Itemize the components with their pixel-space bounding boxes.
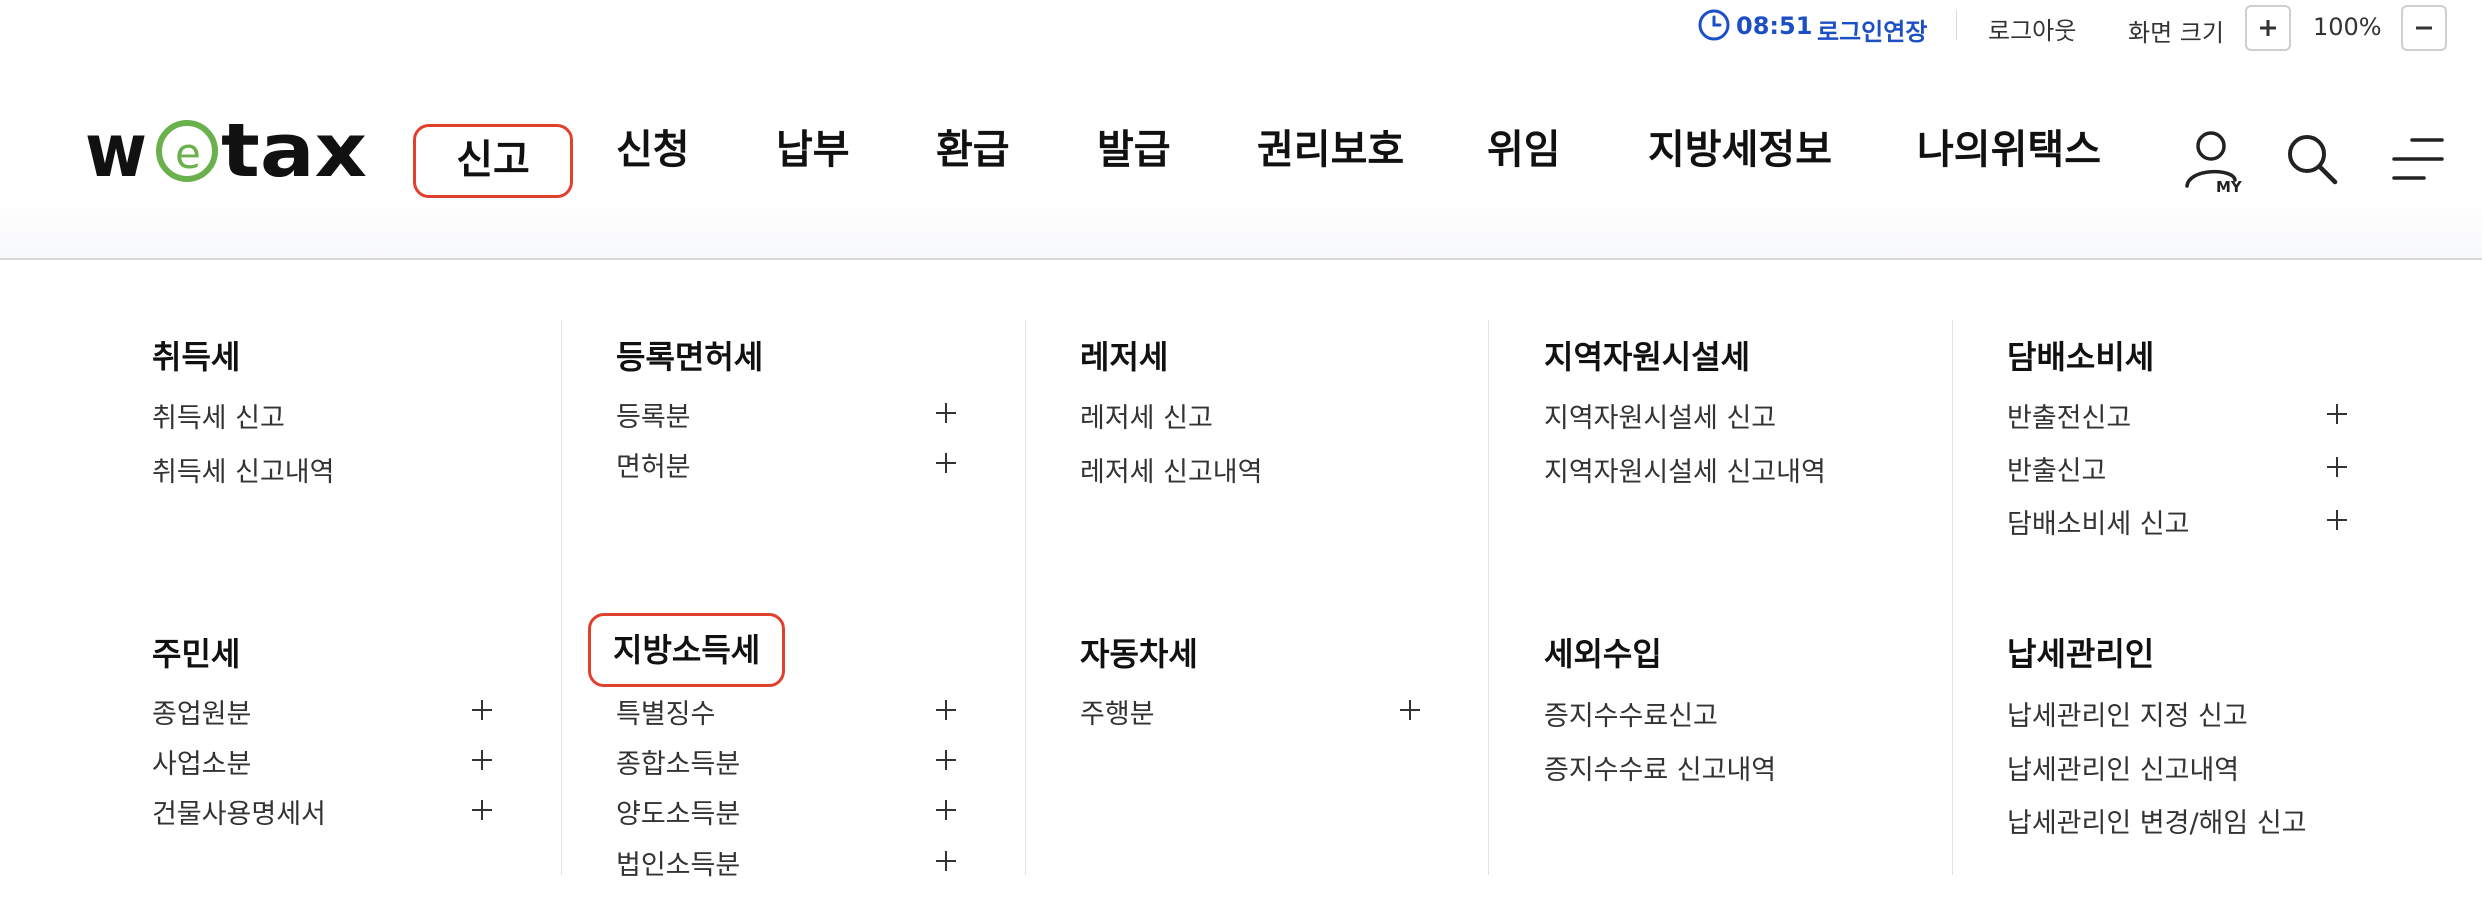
clock-icon: [1698, 9, 1730, 41]
nav-my-wetax[interactable]: 나의위택스: [1917, 120, 2101, 180]
section-title-vehicle-tax[interactable]: 자동차세: [1080, 629, 1198, 675]
expand-plus-icon[interactable]: [2325, 402, 2349, 426]
menu-link-regional-resource-report[interactable]: 지역자원시설세 신고: [1544, 396, 1776, 435]
svg-text:tax: tax: [221, 110, 367, 190]
svg-text:e: e: [175, 129, 201, 178]
nav-refund[interactable]: 환급: [936, 120, 1010, 180]
menu-link-building-use-statement[interactable]: 건물사용명세서: [152, 792, 326, 831]
menu-link-license-portion[interactable]: 면허분: [616, 445, 691, 484]
section-title-leisure-tax[interactable]: 레저세: [1080, 332, 1168, 378]
section-title-resident-tax[interactable]: 주민세: [152, 629, 240, 675]
extend-login-link[interactable]: 로그인연장: [1817, 12, 1927, 47]
section-title-tobacco-consumption-tax[interactable]: 담배소비세: [2007, 332, 2154, 378]
logout-link[interactable]: 로그아웃: [1988, 11, 2076, 46]
nav-apply[interactable]: 신청: [616, 120, 690, 180]
section-title-local-income-tax[interactable]: 지방소득세: [588, 613, 786, 687]
menu-link-regional-resource-history[interactable]: 지역자원시설세 신고내역: [1544, 450, 1826, 489]
section-title-regional-resource-facility-tax[interactable]: 지역자원시설세: [1544, 332, 1750, 378]
nav-issuance[interactable]: 발급: [1097, 120, 1171, 180]
menu-link-stamp-fee-report[interactable]: 증지수수료신고: [1544, 694, 1718, 733]
zoom-out-button[interactable]: [2401, 5, 2447, 51]
menu-link-business-portion[interactable]: 사업소분: [152, 742, 251, 781]
column-divider: [1952, 320, 1953, 875]
menu-link-acquisition-report[interactable]: 취득세 신고: [152, 396, 285, 435]
menu-link-pre-shipment-report[interactable]: 반출전신고: [2007, 396, 2131, 435]
column-divider: [561, 320, 562, 875]
menu-link-transfer-income[interactable]: 양도소득분: [616, 792, 740, 831]
menu-link-registration-portion[interactable]: 등록분: [616, 395, 691, 434]
zoom-in-button[interactable]: [2245, 5, 2291, 51]
nav-local-tax-info[interactable]: 지방세정보: [1648, 120, 1832, 180]
expand-plus-icon[interactable]: [934, 401, 958, 425]
column-divider: [1488, 320, 1489, 875]
menu-link-administrator-history[interactable]: 납세관리인 신고내역: [2007, 748, 2239, 787]
menu-link-leisure-history[interactable]: 레저세 신고내역: [1080, 450, 1262, 489]
menu-link-administrator-change[interactable]: 납세관리인 변경/해임 신고: [2007, 801, 2307, 840]
section-title-acquisition-tax[interactable]: 취득세: [152, 332, 240, 378]
menu-link-leisure-report[interactable]: 레저세 신고: [1080, 396, 1213, 435]
expand-plus-icon[interactable]: [470, 698, 494, 722]
svg-text:w: w: [85, 110, 147, 190]
expand-plus-icon[interactable]: [934, 849, 958, 873]
utility-bar: 08:51 로그인연장 로그아웃 화면 크기 100%: [0, 0, 2482, 56]
nav-payment[interactable]: 납부: [776, 120, 850, 180]
menu-link-stamp-fee-history[interactable]: 증지수수료 신고내역: [1544, 748, 1776, 787]
plus-icon: [2260, 20, 2276, 36]
expand-plus-icon[interactable]: [470, 798, 494, 822]
nav-report[interactable]: 신고: [413, 124, 573, 198]
search-icon[interactable]: [2285, 132, 2339, 186]
menu-link-driving-portion[interactable]: 주행분: [1080, 692, 1155, 731]
site-header: w e tax 신고 신청 납부 환급 발급 권리보호 위임 지방세정보 나의위…: [0, 56, 2482, 260]
my-page-icon[interactable]: MY: [2183, 128, 2245, 194]
expand-plus-icon[interactable]: [2325, 508, 2349, 532]
expand-plus-icon[interactable]: [934, 748, 958, 772]
expand-plus-icon[interactable]: [470, 748, 494, 772]
zoom-value: 100%: [2313, 13, 2382, 41]
menu-link-special-withholding[interactable]: 특별징수: [616, 692, 715, 731]
menu-link-global-income[interactable]: 종합소득분: [616, 742, 740, 781]
zoom-label: 화면 크기: [2128, 19, 2224, 47]
expand-plus-icon[interactable]: [934, 451, 958, 475]
menu-link-tobacco-tax-report[interactable]: 담배소비세 신고: [2007, 502, 2189, 541]
nav-delegation[interactable]: 위임: [1487, 120, 1561, 180]
menu-link-shipment-report[interactable]: 반출신고: [2007, 449, 2106, 488]
expand-plus-icon[interactable]: [934, 798, 958, 822]
minus-icon: [2416, 26, 2432, 30]
section-title-non-tax-revenue[interactable]: 세외수입: [1544, 629, 1662, 675]
section-title-registration-license-tax[interactable]: 등록면허세: [616, 332, 763, 378]
session-timer: 08:51: [1736, 12, 1813, 40]
hamburger-menu-icon[interactable]: [2390, 136, 2444, 182]
menu-link-acquisition-history[interactable]: 취득세 신고내역: [152, 450, 334, 489]
expand-plus-icon[interactable]: [2325, 455, 2349, 479]
divider: [1956, 10, 1957, 40]
column-divider: [1025, 320, 1026, 875]
menu-link-corporate-income[interactable]: 법인소득분: [616, 843, 740, 882]
expand-plus-icon[interactable]: [1398, 698, 1422, 722]
expand-plus-icon[interactable]: [934, 698, 958, 722]
nav-rights-protection[interactable]: 권리보호: [1257, 120, 1404, 180]
my-badge: MY: [2216, 178, 2243, 194]
menu-link-employee-portion[interactable]: 종업원분: [152, 692, 251, 731]
menu-link-administrator-designation[interactable]: 납세관리인 지정 신고: [2007, 694, 2248, 733]
wetax-logo[interactable]: w e tax: [85, 110, 367, 190]
section-title-tax-administrator[interactable]: 납세관리인: [2007, 629, 2154, 675]
